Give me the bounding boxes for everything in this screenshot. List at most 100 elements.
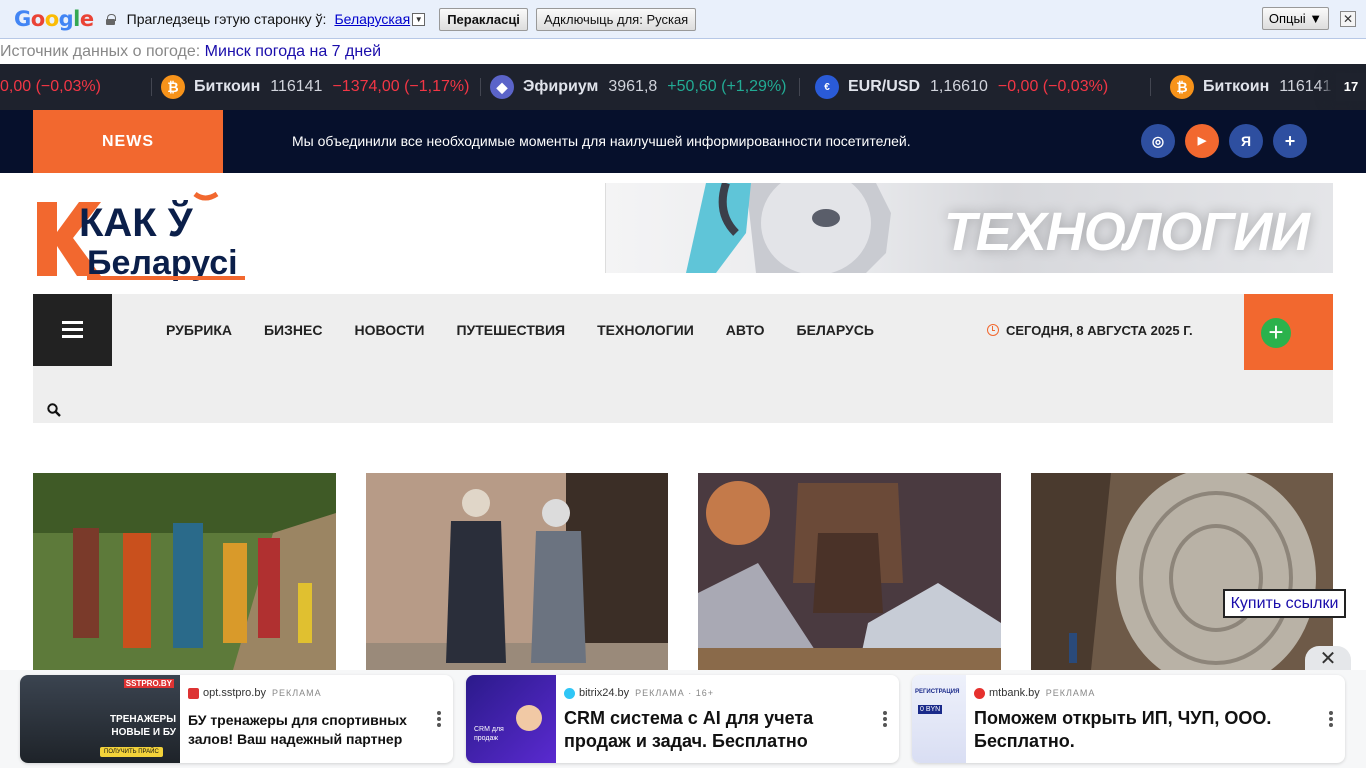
ad-tag: РЕКЛАМА [271, 688, 322, 698]
weather-link[interactable]: Минск погода на 7 дней [205, 43, 381, 60]
plus-icon: + [1261, 318, 1291, 348]
crypto-ticker[interactable]: 0,00 (−0,03%) ₿ Биткоин 116141 −1374,00 … [0, 64, 1366, 110]
ticker-item[interactable]: € EUR/USD 1,16610 −0,00 (−0,03%) [815, 64, 1108, 110]
chevron-down-icon[interactable]: ▼ [412, 12, 426, 26]
eur-usd-flag-icon: € [815, 75, 839, 99]
ticker-item[interactable]: ₿ Биткоин 116141 [1170, 64, 1341, 110]
ad-card[interactable]: CRM для продаж bitrix24.by РЕКЛАМА · 16+… [466, 675, 899, 763]
nav-item-auto[interactable]: АВТО [726, 322, 765, 338]
logo-line1: КАК Ў [79, 198, 194, 245]
ad-card[interactable]: SSTPRO.BY ТРЕНАЖЕРЫ НОВЫЕ И БУ ПОЛУЧИТЬ … [20, 675, 453, 763]
close-ads-icon[interactable]: ✕ [1305, 646, 1351, 672]
ad-domain-text: bitrix24.by [579, 687, 630, 699]
clock-icon [987, 324, 999, 336]
ticker-name: Биткоин [1203, 78, 1270, 95]
ad-title: БУ тренажеры для спортивных залов! Ваш н… [188, 712, 407, 747]
ticker-price: 1,16610 [930, 78, 988, 95]
article-image-artifact[interactable] [1031, 473, 1333, 670]
hamburger-menu-icon[interactable] [33, 294, 112, 366]
nav-menu: РУБРИКА БИЗНЕС НОВОСТИ ПУТЕШЕСТВИЯ ТЕХНО… [166, 294, 874, 366]
search-icon[interactable] [47, 403, 61, 417]
buy-links-button[interactable]: Купить ссылки [1223, 589, 1346, 618]
robot-image [686, 183, 891, 273]
date-text: СЕГОДНЯ, 8 АВГУСТА 2025 Г. [1006, 322, 1193, 338]
ticker-name: Эфириум [523, 78, 599, 95]
article-image-elderly[interactable] [366, 473, 668, 670]
nav-item-business[interactable]: БИЗНЕС [264, 322, 322, 338]
nav-item-rubrika[interactable]: РУБРИКА [166, 322, 232, 338]
translate-prompt: Прагледзець гэтую старонку ў: [126, 11, 327, 27]
options-button[interactable]: Опцыі ▼ [1262, 7, 1329, 30]
site-logo[interactable]: КАК Ў Беларусі [35, 188, 250, 284]
disable-translate-button[interactable]: Адключыць для: Руская [535, 7, 697, 31]
tradingview-logo-icon[interactable]: 17 [1336, 73, 1366, 101]
ad-domain: mtbank.by РЕКЛАМА [974, 687, 1095, 699]
nav-item-travel[interactable]: ПУТЕШЕСТВИЯ [456, 322, 565, 338]
article-image-africa[interactable] [33, 473, 336, 670]
logo-letter: G [14, 7, 31, 31]
article-photo [366, 473, 668, 670]
ticker-item[interactable]: ◆ Эфириум 3961,8 +50,60 (+1,29%) [490, 64, 787, 110]
ad-image-text: CRM для продаж [474, 726, 504, 742]
ethereum-icon: ◆ [490, 75, 514, 99]
ad-strip: SSTPRO.BY ТРЕНАЖЕРЫ НОВЫЕ И БУ ПОЛУЧИТЬ … [0, 670, 1366, 768]
news-tagline: Мы объединили все необходимые моменты дл… [292, 133, 911, 149]
logo-letter: e [79, 7, 94, 31]
article-photo [698, 473, 1001, 670]
ad-image: CRM для продаж [466, 675, 556, 763]
nav-item-technology[interactable]: ТЕХНОЛОГИИ [597, 322, 694, 338]
bookmark-plus-icon[interactable]: + [1273, 124, 1307, 158]
ad-tag: РЕКЛАМА [1045, 688, 1096, 698]
main-navigation: РУБРИКА БИЗНЕС НОВОСТИ ПУТЕШЕСТВИЯ ТЕХНО… [33, 294, 1333, 423]
more-options-icon[interactable] [883, 711, 887, 729]
ad-image-text: ТРЕНАЖЕРЫ НОВЫЕ И БУ [109, 714, 176, 738]
translate-bar: Google Прагледзець гэтую старонку ў: Бел… [0, 0, 1366, 39]
nav-item-belarus[interactable]: БЕЛАРУСЬ [797, 322, 874, 338]
logo-letter: o [30, 7, 45, 31]
more-options-icon[interactable] [1329, 711, 1333, 729]
youtube-icon[interactable]: ▶ [1185, 124, 1219, 158]
target-language-link[interactable]: Беларуская [334, 11, 410, 27]
nav-item-news[interactable]: НОВОСТИ [354, 322, 424, 338]
ad-image-sub: 0 BYN [918, 705, 943, 714]
ticker-name: Биткоин [194, 78, 261, 95]
ad-image: РЕГИСТРАЦИЯ 0 BYN [912, 675, 966, 763]
banner-title: ТЕХНОЛОГИИ [943, 202, 1310, 262]
article-photo [1031, 473, 1333, 670]
news-label[interactable]: NEWS [33, 110, 223, 173]
weather-source: Источник данных о погоде: Минск погода н… [0, 43, 381, 61]
logo-letter: l [73, 7, 80, 31]
article-photo [33, 473, 336, 670]
ticker-price: 116141 [270, 78, 323, 95]
close-icon[interactable]: ✕ [1340, 11, 1356, 27]
ticker-divider [480, 78, 481, 96]
ad-image-button: ПОЛУЧИТЬ ПРАЙС [100, 747, 163, 757]
ticker-divider [151, 78, 152, 96]
ad-image-avatar [516, 705, 542, 731]
ad-domain-text: mtbank.by [989, 687, 1040, 699]
more-options-icon[interactable] [437, 711, 441, 729]
yandex-icon[interactable]: Я [1229, 124, 1263, 158]
favicon-icon [188, 687, 199, 699]
ticker-divider [799, 78, 800, 96]
ad-domain-text: opt.sstpro.by [203, 687, 266, 699]
google-logo: Google [14, 7, 94, 31]
ad-domain: bitrix24.by РЕКЛАМА · 16+ [564, 687, 714, 699]
news-bar: NEWS Мы объединили все необходимые момен… [0, 110, 1366, 173]
add-button[interactable]: + [1244, 294, 1333, 370]
site-logo-graphic: КАК Ў Беларусі [37, 191, 245, 282]
ticker-change: −0,00 (−0,03%) [997, 78, 1109, 95]
ad-image-brand: SSTPRO.BY [123, 679, 174, 688]
article-image-ancient[interactable] [698, 473, 1001, 670]
ad-tag: РЕКЛАМА · 16+ [635, 688, 715, 698]
logo-letter: o [44, 7, 59, 31]
translate-button[interactable]: Перакласці [439, 7, 528, 31]
ad-card[interactable]: РЕГИСТРАЦИЯ 0 BYN mtbank.by РЕКЛАМА Помо… [912, 675, 1345, 763]
ticker-item[interactable]: ₿ Биткоин 116141 −1374,00 (−1,17%) [161, 64, 469, 110]
ticker-item[interactable]: 0,00 (−0,03%) [0, 64, 101, 110]
ticker-price: 3961,8 [608, 78, 658, 95]
weather-prefix: Источник данных о погоде: [0, 43, 201, 60]
technology-banner[interactable]: ТЕХНОЛОГИИ [605, 183, 1333, 273]
instagram-icon[interactable]: ◎ [1141, 124, 1175, 158]
ad-image-text: РЕГИСТРАЦИЯ [915, 689, 960, 695]
